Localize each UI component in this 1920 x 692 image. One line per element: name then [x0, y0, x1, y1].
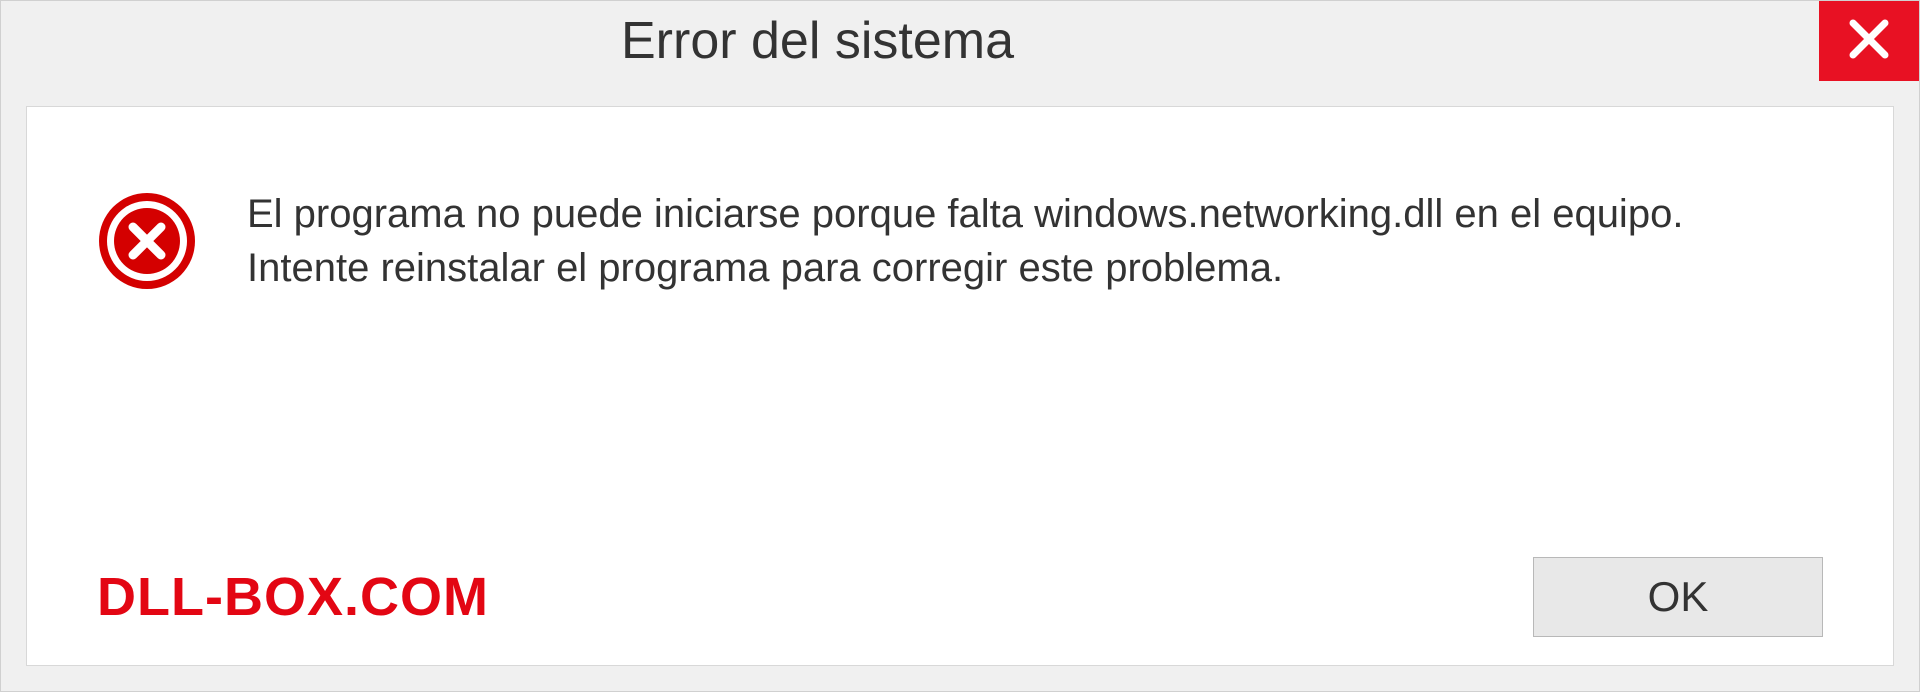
watermark-text: DLL-BOX.COM — [97, 566, 489, 628]
ok-button[interactable]: OK — [1533, 557, 1823, 637]
content-panel: El programa no puede iniciarse porque fa… — [26, 106, 1894, 666]
close-icon — [1845, 15, 1893, 68]
dialog-title: Error del sistema — [1, 11, 1014, 71]
error-icon — [97, 191, 197, 291]
message-row: El programa no puede iniciarse porque fa… — [97, 187, 1823, 295]
footer-row: DLL-BOX.COM OK — [97, 557, 1823, 637]
close-button[interactable] — [1819, 1, 1919, 81]
error-message: El programa no puede iniciarse porque fa… — [247, 187, 1797, 295]
error-dialog: Error del sistema El programa no puede i… — [0, 0, 1920, 692]
titlebar: Error del sistema — [1, 1, 1919, 81]
